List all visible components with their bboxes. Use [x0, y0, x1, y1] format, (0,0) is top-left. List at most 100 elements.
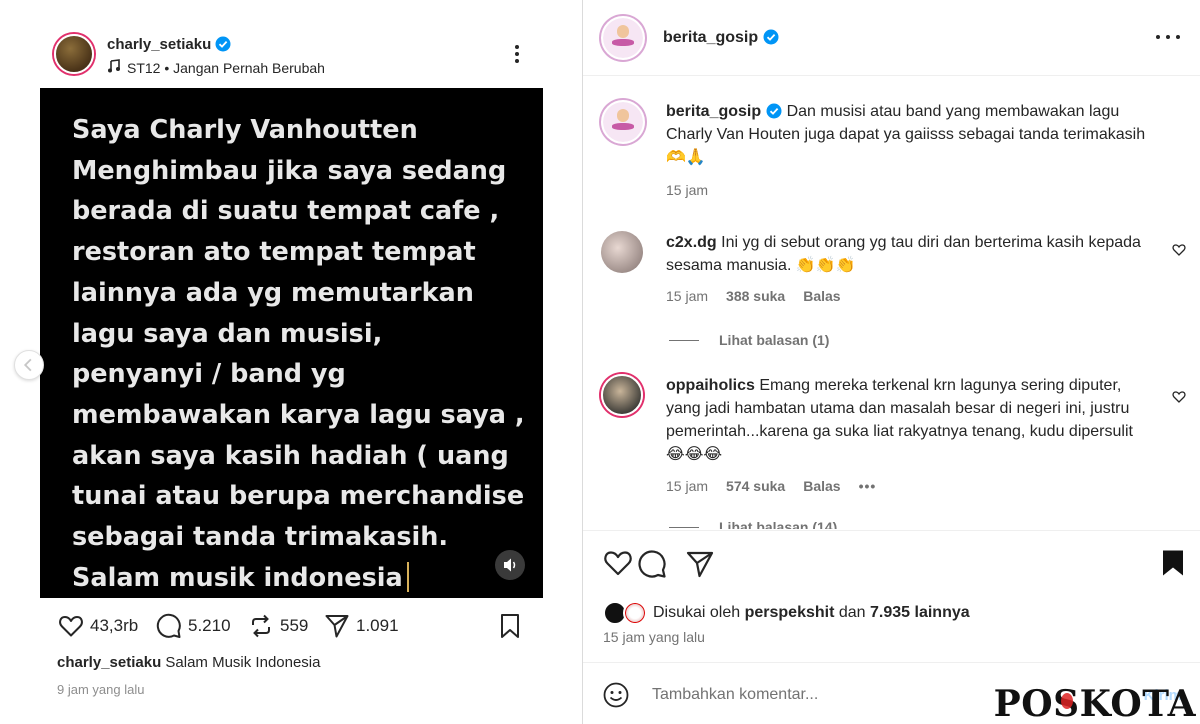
caption-avatar[interactable] [601, 100, 645, 144]
music-note-icon [108, 59, 120, 73]
media-text-line: penyanyi / band yg [72, 359, 346, 390]
embedded-post-screenshot: charly_setiaku ST12 • Jangan Pernah Beru… [0, 0, 583, 724]
post-timestamp: 9 jam yang lalu [57, 682, 145, 697]
liked-by-summary: Disukai oleh perspekshit dan 7.935 lainn… [603, 601, 970, 625]
repost-icon [252, 614, 270, 638]
comment-text: Ini yg di sebut orang yg tau diri dan be… [666, 234, 1141, 274]
verified-badge-icon [766, 103, 782, 119]
comment-body: c2x.dg Ini yg di sebut orang yg tau diri… [666, 231, 1156, 277]
comments-list[interactable]: berita_gosip Dan musisi atau band yang m… [583, 77, 1200, 529]
post-actions: 43,3rb 5.210 559 1.091 [58, 612, 528, 642]
like-count: 43,3rb [90, 616, 139, 635]
comment-item: oppaiholics Emang mereka terkenal krn la… [583, 374, 1200, 529]
caption-username[interactable]: berita_gosip [666, 103, 761, 120]
view-replies-text[interactable]: Lihat balasan (1) [719, 332, 829, 348]
liked-by-others[interactable]: 7.935 lainnya [870, 604, 970, 622]
repost-count: 559 [280, 616, 309, 635]
bookmark-icon [501, 614, 519, 638]
caption-time: 15 jam [666, 182, 709, 198]
author-username-text[interactable]: charly_setiaku [107, 36, 211, 53]
song-text: ST12 • Jangan Pernah Berubah [127, 60, 325, 76]
reply-button[interactable]: Balas [803, 288, 840, 304]
like-action[interactable]: 43,3rb [58, 612, 138, 640]
caption-text: Salam Musik Indonesia [165, 654, 321, 671]
commenter-username[interactable]: c2x.dg [666, 234, 717, 251]
bookmark-filled-icon[interactable] [1161, 549, 1185, 577]
account-username[interactable]: berita_gosip [663, 29, 779, 47]
comment-like-heart-icon[interactable] [1172, 243, 1186, 257]
watermark-logo: POSKOTA [993, 683, 1196, 724]
caption-meta: 15 jam [666, 182, 726, 198]
media-text-line: Saya Charly Vanhoutten [72, 115, 418, 145]
media-text-line: sebagai tanda trimakasih. [72, 522, 449, 553]
media-text-line: berada di suatu tempat cafe , [72, 196, 500, 227]
share-count: 1.091 [356, 616, 399, 635]
save-action[interactable] [498, 612, 522, 640]
comment-like-heart-icon[interactable] [1172, 390, 1186, 404]
share-icon [325, 615, 349, 638]
share-action[interactable]: 1.091 [324, 612, 399, 640]
author-avatar[interactable] [54, 34, 94, 74]
more-options-icon[interactable] [1156, 30, 1180, 44]
volume-icon[interactable] [495, 550, 525, 580]
comment-likes[interactable]: 388 suka [726, 288, 785, 304]
share-icon[interactable] [685, 549, 715, 579]
comment-meta: 15 jam 388 suka Balas [666, 288, 859, 304]
media-text-line: Menghimbau jika saya sedang [72, 155, 507, 186]
post-detail-pane: berita_gosip berita_gosip Dan musisi ata… [583, 0, 1200, 724]
caption-body: berita_gosip Dan musisi atau band yang m… [666, 100, 1156, 169]
media-text-last: Salam musik indonesia [72, 562, 403, 593]
author-username[interactable]: charly_setiaku [107, 36, 231, 53]
liked-by-user[interactable]: perspekshit [745, 604, 835, 622]
view-replies-text[interactable]: Lihat balasan (14) [719, 519, 837, 529]
comment-body: oppaiholics Emang mereka terkenal krn la… [666, 374, 1156, 466]
media-text-line: membawakan karya lagu saya , [72, 399, 525, 430]
view-replies-link[interactable]: Lihat balasan (14) [669, 519, 837, 529]
repost-action[interactable]: 559 [248, 612, 308, 640]
comment-item: c2x.dg Ini yg di sebut orang yg tau diri… [583, 231, 1200, 351]
post-author-header: berita_gosip [583, 0, 1200, 76]
more-options-icon[interactable] [508, 42, 526, 66]
media-text-line: tunai atau berupa merchandise [72, 481, 525, 512]
comment-icon[interactable] [637, 549, 667, 579]
liked-by-and: dan [838, 604, 866, 621]
post-actions-bar [603, 549, 1183, 579]
verified-badge-icon [763, 29, 779, 45]
post-media[interactable]: Saya Charly Vanhoutten Menghimbau jika s… [40, 88, 543, 598]
commenter-avatar[interactable] [601, 374, 643, 416]
caption-username[interactable]: charly_setiaku [57, 654, 161, 671]
caption-comment: berita_gosip Dan musisi atau band yang m… [583, 100, 1200, 210]
heart-icon[interactable] [603, 549, 633, 577]
commenter-avatar[interactable] [601, 231, 643, 273]
media-text-line-last: Salam musik indonesia [72, 558, 543, 599]
song-attribution[interactable]: ST12 • Jangan Pernah Berubah [107, 59, 325, 76]
media-text-line: restoran ato tempat tempat [72, 237, 476, 268]
view-replies-link[interactable]: Lihat balasan (1) [669, 332, 829, 348]
text-cursor [406, 561, 409, 592]
liked-by-avatars[interactable] [603, 601, 653, 625]
comment-icon [156, 613, 181, 638]
liked-by-prefix: Disukai oleh [653, 604, 741, 621]
reply-button[interactable]: Balas [803, 478, 840, 494]
comment-action[interactable]: 5.210 [156, 612, 231, 640]
previous-arrow-icon[interactable] [14, 350, 44, 380]
emoji-icon[interactable] [603, 682, 629, 708]
post-caption: charly_setiaku Salam Musik Indonesia [57, 654, 320, 671]
add-comment-input[interactable] [652, 681, 1032, 709]
comment-more-icon[interactable]: ••• [859, 478, 877, 494]
comment-meta: 15 jam 574 suka Balas ••• [666, 478, 894, 494]
media-text-line: lagu saya dan musisi, [72, 318, 383, 349]
liker-avatar [623, 601, 647, 625]
comment-likes[interactable]: 574 suka [726, 478, 785, 494]
comment-time: 15 jam [666, 288, 709, 304]
account-username-text[interactable]: berita_gosip [663, 29, 758, 46]
replies-divider [669, 527, 699, 528]
posted-ago[interactable]: 15 jam yang lalu [603, 629, 705, 645]
verified-badge-icon [215, 36, 231, 52]
comment-time: 15 jam [666, 478, 709, 494]
post-header: charly_setiaku ST12 • Jangan Pernah Beru… [52, 32, 532, 82]
heart-icon [59, 616, 83, 637]
commenter-username[interactable]: oppaiholics [666, 377, 755, 394]
media-text-line: akan saya kasih hadiah ( uang [72, 440, 509, 471]
account-avatar[interactable] [601, 16, 645, 60]
